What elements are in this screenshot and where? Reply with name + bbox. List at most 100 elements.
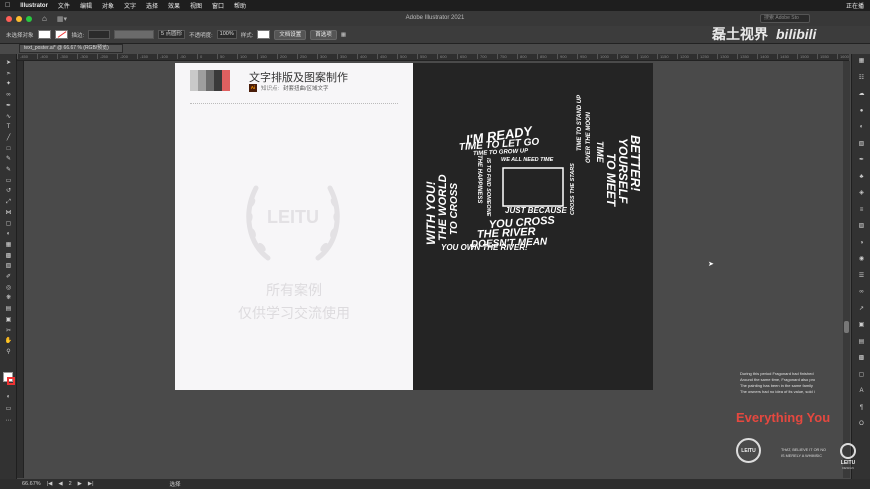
align-icon[interactable]: ▤ [857, 339, 866, 346]
edit-toolbar-icon[interactable]: ⋯ [4, 418, 13, 425]
ruler-mark: -400 [37, 54, 57, 59]
slice-tool-icon[interactable]: ✂ [4, 328, 13, 335]
appearance-icon[interactable]: ◉ [857, 256, 866, 263]
shape-builder-icon[interactable]: ◐ [4, 231, 13, 238]
opacity-field[interactable]: 100% [216, 30, 237, 39]
menu-object[interactable]: 对象 [102, 1, 114, 10]
rotate-tool-icon[interactable]: ↺ [4, 188, 13, 195]
zoom-tool-icon[interactable]: ⚲ [4, 349, 13, 356]
free-transform-icon[interactable]: ▢ [4, 221, 13, 228]
scale-tool-icon[interactable]: ⤢ [4, 199, 13, 206]
menu-app-name[interactable]: Illustrator [20, 3, 48, 9]
vertical-ruler[interactable] [17, 61, 24, 478]
ruler-mark: 1100 [637, 54, 657, 59]
apple-icon[interactable]:  [5, 2, 10, 9]
fill-swatch[interactable] [37, 30, 51, 39]
artboard-poster[interactable]: I'M READY TIME TO LET GO WITH YOU! THE W… [413, 63, 653, 390]
symbol-sprayer-icon[interactable]: ❋ [4, 295, 13, 302]
magic-wand-icon[interactable]: ✦ [4, 81, 13, 88]
curvature-tool-icon[interactable]: ∿ [4, 114, 13, 121]
next-artboard-icon[interactable]: ▶ [78, 481, 82, 487]
ruler-mark: 0 [197, 54, 217, 59]
asset-export-icon[interactable]: ↗ [857, 306, 866, 313]
artboard-number[interactable]: 2 [69, 481, 72, 487]
lesson-title: 文字排版及图案制作 [249, 72, 348, 84]
ruler-mark: 250 [297, 54, 317, 59]
ruler-mark: 850 [537, 54, 557, 59]
transparency-icon[interactable]: ◑ [857, 240, 866, 247]
stroke-icon[interactable]: ≡ [857, 207, 866, 214]
ruler-mark: 1150 [657, 54, 677, 59]
brushes-icon[interactable]: ✒ [857, 157, 866, 164]
menu-select[interactable]: 选择 [146, 1, 158, 10]
line-tool-icon[interactable]: ╱ [4, 135, 13, 142]
color-icon[interactable]: ● [857, 108, 866, 115]
character-icon[interactable]: A [857, 388, 866, 395]
scrollbar-thumb[interactable] [844, 321, 849, 333]
artboard-info[interactable]: 文字排版及图案制作 Ai 知识点: 封套扭曲/区域文字 LEITU 所有案例 仅… [175, 63, 413, 390]
brush-dropdown[interactable]: 5 点圆形 [158, 30, 186, 39]
width-tool-icon[interactable]: ⋈ [4, 210, 13, 217]
stroke-none-icon[interactable] [7, 377, 15, 385]
arrange-icon[interactable]: ▦ [341, 32, 346, 38]
vertical-scrollbar[interactable] [843, 61, 850, 478]
overlay-headline: Everything You [736, 410, 831, 425]
eraser-tool-icon[interactable]: ▭ [4, 178, 13, 185]
style-swatch[interactable] [257, 30, 271, 39]
artboard-tool-icon[interactable]: ▣ [4, 317, 13, 324]
mesh-tool-icon[interactable]: ▩ [4, 253, 13, 260]
prev-artboard-icon[interactable]: ◀ [58, 481, 62, 487]
symbols-icon[interactable]: ♣ [857, 174, 866, 181]
links-icon[interactable]: ∞ [857, 289, 866, 296]
first-artboard-icon[interactable]: |◀ [47, 481, 53, 487]
layers-icon[interactable]: ☷ [857, 75, 866, 82]
paintbrush-tool-icon[interactable]: ✎ [4, 156, 13, 163]
selection-tool-icon[interactable]: ➤ [4, 60, 13, 67]
direct-selection-tool-icon[interactable]: ➣ [4, 71, 13, 78]
hand-tool-icon[interactable]: ✋ [4, 338, 13, 345]
properties-icon[interactable]: ▦ [857, 58, 866, 65]
libraries-icon[interactable]: ☁ [857, 91, 866, 98]
transform-icon[interactable]: ▢ [857, 372, 866, 379]
document-tab[interactable]: text_poster.ai* @ 66.67 % (RGB/预览) [19, 44, 123, 53]
opentype-icon[interactable]: O [857, 421, 866, 428]
menu-window[interactable]: 窗口 [212, 1, 224, 10]
draw-mode-icon[interactable]: ◐ [4, 394, 13, 401]
artboards-icon[interactable]: ▣ [857, 322, 866, 329]
menu-effect[interactable]: 效果 [168, 1, 180, 10]
document-setup-button[interactable]: 文档设置 [274, 29, 307, 40]
zoom-level[interactable]: 66.67% [22, 481, 41, 487]
stroke-swatch[interactable] [54, 30, 68, 39]
horizontal-ruler[interactable]: -450 -400 -350 -300 -250 -200 -150 -100 -50 0 50 10… [17, 54, 849, 61]
color-guide-icon[interactable]: ◐ [857, 124, 866, 131]
shaper-tool-icon[interactable]: ✎ [4, 167, 13, 174]
menu-type[interactable]: 文字 [124, 1, 136, 10]
variable-width-dropdown[interactable] [114, 30, 155, 39]
menu-view[interactable]: 视图 [190, 1, 202, 10]
screen-mode-icon[interactable]: ▭ [4, 406, 13, 413]
graph-tool-icon[interactable]: ▤ [4, 306, 13, 313]
perspective-grid-icon[interactable]: ▦ [4, 242, 13, 249]
lasso-tool-icon[interactable]: ∞ [4, 92, 13, 99]
type-tool-icon[interactable]: T [4, 124, 13, 131]
menu-help[interactable]: 帮助 [234, 1, 246, 10]
gradient-tool-icon[interactable]: ▧ [4, 263, 13, 270]
menu-file[interactable]: 文件 [58, 1, 70, 10]
pen-tool-icon[interactable]: ✒ [4, 103, 13, 110]
graphic-styles-icon[interactable]: ◈ [857, 190, 866, 197]
blend-tool-icon[interactable]: ◎ [4, 285, 13, 292]
stock-search-input[interactable]: 搜索 Adobe Sto [760, 14, 810, 23]
layers-panel-icon[interactable]: ☰ [857, 273, 866, 280]
gradient-icon[interactable]: ▨ [857, 223, 866, 230]
swatches-icon[interactable]: ▧ [857, 141, 866, 148]
eyedropper-tool-icon[interactable]: ✐ [4, 274, 13, 281]
corner-brand-sub: DESIGN [842, 466, 854, 470]
last-artboard-icon[interactable]: ▶| [88, 481, 94, 487]
paragraph-icon[interactable]: ¶ [857, 405, 866, 412]
menu-edit[interactable]: 编辑 [80, 1, 92, 10]
pathfinder-icon[interactable]: ▩ [857, 355, 866, 362]
stroke-weight-dropdown[interactable] [88, 30, 111, 39]
rectangle-tool-icon[interactable]: □ [4, 146, 13, 153]
preferences-button[interactable]: 首选项 [310, 29, 337, 40]
poster-inner-right-1: TIME TO STAND UP [577, 94, 583, 151]
